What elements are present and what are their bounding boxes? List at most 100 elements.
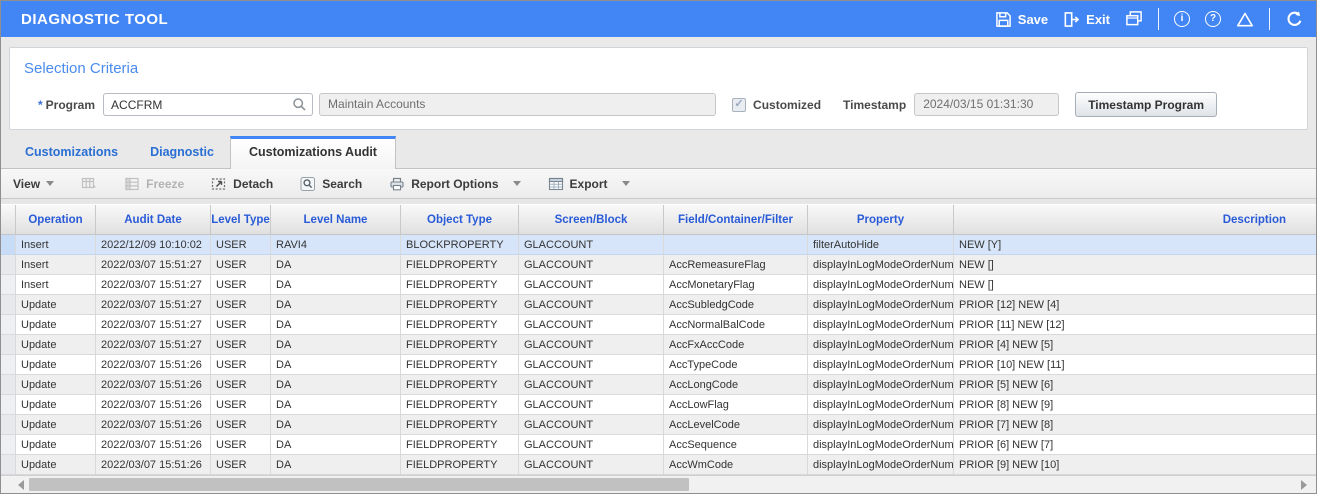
table-cell[interactable]: USER [211,395,271,415]
customized-checkbox[interactable]: ✓ [732,97,747,112]
table-cell[interactable]: DA [271,415,401,435]
table-cell[interactable]: GLACCOUNT [519,415,664,435]
row-selector[interactable] [1,315,16,335]
table-cell[interactable]: displayInLogModeOrderNum [808,455,954,475]
table-cell[interactable]: AccWmCode [664,455,808,475]
warning-button[interactable] [1236,11,1254,28]
table-cell[interactable]: displayInLogModeOrderNum [808,295,954,315]
table-cell[interactable]: 2022/03/07 15:51:26 [96,415,211,435]
table-cell[interactable]: Update [16,395,96,415]
table-row[interactable]: Update 2022/03/07 15:51:26 USER DA FIELDPROP… [1,395,1316,415]
export-button[interactable]: Export [548,176,630,192]
table-cell[interactable]: Update [16,315,96,335]
table-cell[interactable]: Insert [16,275,96,295]
table-cell[interactable]: Update [16,335,96,355]
table-cell[interactable]: USER [211,295,271,315]
search-button[interactable]: Search [300,176,362,192]
table-row[interactable]: Update 2022/03/07 15:51:26 USER DA FIELDPROP… [1,375,1316,395]
table-row[interactable]: Insert 2022/03/07 15:51:27 USER DA FIELDPROP… [1,255,1316,275]
table-cell[interactable]: FIELDPROPERTY [401,355,519,375]
help-button[interactable]: ? [1205,11,1221,27]
table-cell[interactable]: displayInLogModeOrderNum [808,395,954,415]
table-cell[interactable]: displayInLogModeOrderNum [808,315,954,335]
table-cell[interactable]: GLACCOUNT [519,295,664,315]
column-header-level-name[interactable]: Level Name [271,205,401,234]
table-cell[interactable]: PRIOR [8] NEW [9] [954,395,1316,415]
column-header-property[interactable]: Property [808,205,954,234]
table-cell[interactable]: Update [16,355,96,375]
table-cell[interactable]: displayInLogModeOrderNum [808,415,954,435]
table-cell[interactable]: PRIOR [9] NEW [10] [954,455,1316,475]
scroll-left-arrow-icon[interactable] [18,480,24,490]
table-cell[interactable]: Update [16,455,96,475]
row-selector[interactable] [1,335,16,355]
table-cell[interactable]: BLOCKPROPERTY [401,235,519,255]
table-cell[interactable]: USER [211,415,271,435]
info-button[interactable]: i [1174,11,1190,27]
table-cell[interactable]: Update [16,435,96,455]
table-cell[interactable]: DA [271,255,401,275]
row-selector[interactable] [1,415,16,435]
view-menu-button[interactable]: View [13,177,55,191]
table-cell[interactable]: 2022/03/07 15:51:27 [96,295,211,315]
table-row[interactable]: Update 2022/03/07 15:51:26 USER DA FIELDPROP… [1,415,1316,435]
table-row[interactable]: Update 2022/03/07 15:51:27 USER DA FIELDPROP… [1,315,1316,335]
table-cell[interactable]: GLACCOUNT [519,455,664,475]
table-cell[interactable]: AccLongCode [664,375,808,395]
table-cell[interactable]: DA [271,395,401,415]
table-cell[interactable]: DA [271,355,401,375]
column-select-button[interactable] [81,176,97,192]
row-selector[interactable] [1,275,16,295]
table-row[interactable]: Update 2022/03/07 15:51:27 USER DA FIELDPROP… [1,335,1316,355]
program-input[interactable] [103,93,314,116]
table-cell[interactable]: 2022/03/07 15:51:26 [96,355,211,375]
table-cell[interactable]: displayInLogModeOrderNum [808,435,954,455]
table-cell[interactable]: DA [271,435,401,455]
row-selector[interactable] [1,375,16,395]
table-row[interactable]: Insert 2022/12/09 10:10:02 USER RAVI4 BLOCKP… [1,235,1316,255]
table-cell[interactable]: DA [271,275,401,295]
row-selector[interactable] [1,395,16,415]
table-cell[interactable]: DA [271,335,401,355]
table-cell[interactable]: PRIOR [4] NEW [5] [954,335,1316,355]
table-cell[interactable]: 2022/03/07 15:51:27 [96,315,211,335]
table-cell[interactable]: USER [211,315,271,335]
table-cell[interactable]: USER [211,335,271,355]
table-cell[interactable]: filterAutoHide [808,235,954,255]
table-cell[interactable]: AccNormalBalCode [664,315,808,335]
table-cell[interactable]: FIELDPROPERTY [401,395,519,415]
table-cell[interactable]: FIELDPROPERTY [401,275,519,295]
table-cell[interactable]: USER [211,435,271,455]
tab-diagnostic[interactable]: Diagnostic [134,137,230,168]
table-cell[interactable]: FIELDPROPERTY [401,295,519,315]
table-cell[interactable]: AccSubledgCode [664,295,808,315]
table-cell[interactable]: displayInLogModeOrderNum [808,355,954,375]
table-cell[interactable]: 2022/12/09 10:10:02 [96,235,211,255]
column-header-level-type[interactable]: Level Type [211,205,271,234]
save-button[interactable]: Save [995,11,1048,28]
table-cell[interactable]: AccMonetaryFlag [664,275,808,295]
table-cell[interactable]: Insert [16,255,96,275]
tab-customizations[interactable]: Customizations [9,137,134,168]
table-cell[interactable]: NEW [] [954,275,1316,295]
table-cell[interactable]: FIELDPROPERTY [401,335,519,355]
freeze-button[interactable]: Freeze [124,176,184,192]
table-cell[interactable]: GLACCOUNT [519,255,664,275]
scrollbar-thumb[interactable] [29,478,689,491]
table-cell[interactable]: DA [271,315,401,335]
table-cell[interactable]: Update [16,375,96,395]
table-row[interactable]: Update 2022/03/07 15:51:26 USER DA FIELDPROP… [1,435,1316,455]
table-cell[interactable]: FIELDPROPERTY [401,415,519,435]
table-cell[interactable]: GLACCOUNT [519,335,664,355]
table-cell[interactable]: displayInLogModeOrderNum [808,255,954,275]
table-cell[interactable]: GLACCOUNT [519,395,664,415]
column-header-operation[interactable]: Operation [16,205,96,234]
table-cell[interactable]: FIELDPROPERTY [401,435,519,455]
tab-customizations-audit[interactable]: Customizations Audit [229,136,396,169]
table-cell[interactable] [664,235,808,255]
table-cell[interactable]: displayInLogModeOrderNum [808,375,954,395]
table-cell[interactable]: displayInLogModeOrderNum [808,335,954,355]
horizontal-scrollbar[interactable] [1,475,1316,493]
timestamp-program-button[interactable]: Timestamp Program [1075,92,1218,117]
table-cell[interactable]: AccTypeCode [664,355,808,375]
